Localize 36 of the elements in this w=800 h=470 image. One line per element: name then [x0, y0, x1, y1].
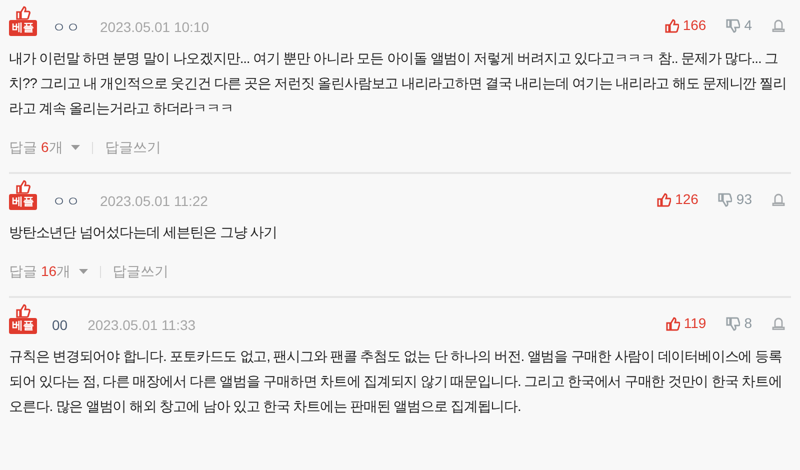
username[interactable]: 00	[52, 316, 68, 334]
thumbs-up-icon	[15, 180, 31, 194]
thumbs-up-icon	[657, 192, 672, 206]
thumbs-up-icon	[15, 304, 31, 318]
best-badge: 베플	[9, 20, 37, 36]
thumbs-down-icon	[718, 192, 732, 206]
username[interactable]: ㅇㅇ	[52, 18, 80, 36]
like-button[interactable]: 119	[666, 313, 706, 334]
comment-text: 내가 이런말 하면 분명 말이 나오겠지만... 여기 뿐만 아니라 모든 아이돌 앨범이 저렇게 버려지고 있다고ㅋㅋㅋ 참.. 문제가 많다... 그치?? 그리고 내 개인적으로 웃긴건 다른 곳은 저런짓 올린사람보고 내리라고하면 결국 내리는데 여기는 내리라고 해도 문제니깐 찔리라고 계속 올리는거라고 하더라ㅋㅋㅋ	[9, 49, 788, 118]
comment-date: 2023.05.01 10:10	[100, 18, 209, 36]
write-reply-link[interactable]: 답글쓰기	[112, 261, 169, 282]
dislike-button[interactable]: 4	[726, 15, 752, 36]
comment-date: 2023.05.01 11:22	[100, 192, 208, 210]
comment-text: 규칙은 변경되어야 합니다. 포토카드도 없고, 팬시그와 팬콜 추첨도 없는 단 하나의 버전. 앨범을 구매한 사람이 데이터베이스에 등록되어 있다는 점, 다른 매장에서 다른 앨범을 구매하면 차트에 집계되지 않기 때문입니다. 그리고 한국에서 구매한 것만이 한국 차트에 오른다. 많은 앨범이 해외 창고에 남아 있고 한국 차트에는 판매된 앨범으로 집계됩니다.	[9, 347, 783, 416]
siren-icon[interactable]	[772, 317, 785, 330]
caret-down-icon	[70, 145, 80, 150]
dislike-button[interactable]: 8	[726, 313, 752, 334]
best-badge: 베플	[9, 194, 37, 210]
replies-toggle[interactable]: 답글 6개	[9, 137, 80, 158]
thumbs-down-icon	[726, 316, 740, 330]
comment-text: 방탄소년단 넘어섰다는데 세븐틴은 그냥 사기	[9, 223, 278, 242]
best-badge: 베플	[9, 318, 37, 334]
like-button[interactable]: 126	[657, 189, 698, 210]
caret-down-icon	[78, 269, 88, 274]
replies-toggle[interactable]: 답글 16개	[9, 261, 88, 282]
write-reply-link[interactable]: 답글쓰기	[104, 137, 161, 158]
thumbs-up-icon	[15, 6, 31, 20]
thumbs-down-icon	[726, 18, 740, 32]
username[interactable]: ㅇㅇ	[52, 192, 80, 210]
comment-date: 2023.05.01 11:33	[88, 316, 196, 334]
dislike-button[interactable]: 93	[718, 189, 752, 210]
like-button[interactable]: 166	[664, 15, 706, 36]
thumbs-up-icon	[664, 18, 679, 32]
siren-icon[interactable]	[772, 19, 785, 32]
siren-icon[interactable]	[772, 193, 785, 206]
thumbs-up-icon	[666, 316, 680, 330]
